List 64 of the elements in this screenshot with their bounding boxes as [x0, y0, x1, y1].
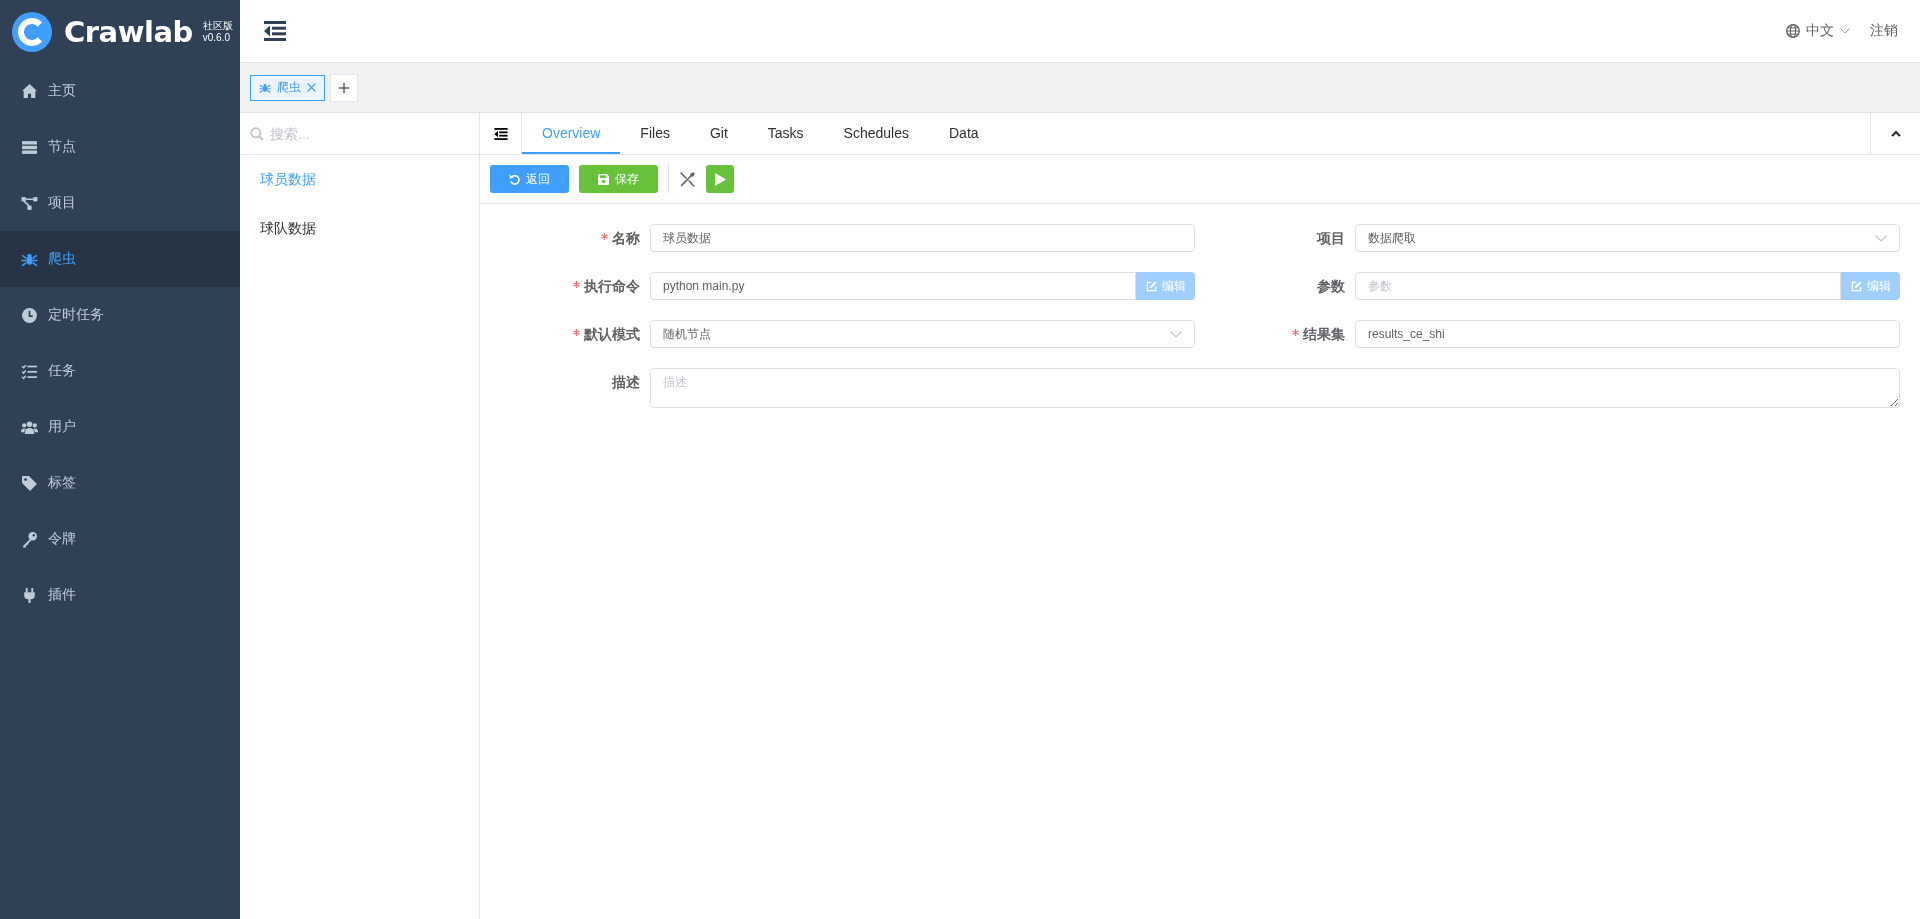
sidebar-item[interactable]: 插件	[0, 567, 240, 623]
menu-fold-icon[interactable]	[493, 127, 508, 140]
checklist-icon	[21, 362, 38, 380]
chevron-down-icon	[1840, 28, 1850, 34]
sidebar-item[interactable]: 项目	[0, 175, 240, 231]
version-label: v0.6.0	[202, 31, 231, 44]
field-label: 结果集	[1303, 325, 1345, 344]
play-icon	[714, 172, 726, 186]
tools-icon[interactable]	[679, 170, 696, 188]
text-field[interactable]: 球员数据	[650, 224, 1195, 252]
detail-tab[interactable]: Tasks	[747, 113, 824, 154]
asterisk-icon	[573, 281, 580, 288]
asterisk-icon	[1292, 329, 1299, 336]
sidebar-item[interactable]: 主页	[0, 63, 240, 119]
text-field[interactable]: results_ce_shi	[1355, 320, 1900, 348]
search-icon	[250, 126, 264, 141]
search-input[interactable]: 搜索...	[270, 125, 450, 142]
chevron-up-icon[interactable]	[1890, 130, 1901, 137]
detail-tab[interactable]: Schedules	[823, 113, 929, 154]
field-label: 描述	[612, 373, 640, 392]
field-label: 名称	[612, 229, 640, 248]
select-field[interactable]: 随机节点	[650, 320, 1195, 348]
edit-icon	[1145, 280, 1157, 292]
sidebar-item[interactable]: 爬虫	[0, 231, 240, 287]
sidebar-item[interactable]: 用户	[0, 399, 240, 455]
sidebar-item[interactable]: 任务	[0, 343, 240, 399]
detail-tab[interactable]: Git	[689, 113, 748, 154]
sidebar-item[interactable]: 节点	[0, 119, 240, 175]
add-tab-button[interactable]	[330, 73, 358, 102]
language-dropdown[interactable]: 中文	[1786, 22, 1850, 40]
hierarchy-icon	[21, 194, 38, 212]
server-icon	[21, 138, 38, 156]
chevron-down-icon	[1170, 330, 1182, 338]
menu-fold-icon[interactable]	[264, 21, 286, 41]
field-label: 默认模式	[584, 325, 640, 344]
plug-icon	[21, 586, 38, 604]
detail-tab[interactable]: Files	[620, 113, 690, 154]
field-label: 执行命令	[584, 277, 640, 296]
edition-label: 社区版	[202, 19, 233, 32]
asterisk-icon	[601, 233, 608, 240]
description-field[interactable]: 描述	[650, 368, 1900, 408]
tag-icon	[21, 474, 38, 492]
sidebar-item[interactable]: 标签	[0, 455, 240, 511]
house-icon	[21, 82, 38, 100]
sidebar-item[interactable]: 令牌	[0, 511, 240, 567]
plus-icon	[339, 82, 349, 93]
field-label: 项目	[1317, 229, 1345, 248]
sidebar-item[interactable]: 定时任务	[0, 287, 240, 343]
key-icon	[21, 530, 38, 548]
edit-icon	[1850, 280, 1862, 292]
undo-icon	[509, 173, 520, 185]
detail-tab[interactable]: Data	[929, 113, 999, 154]
spider-icon	[259, 81, 271, 94]
globe-icon	[1786, 24, 1800, 38]
spider-list-item[interactable]: 球队数据	[240, 204, 479, 253]
chevron-down-icon	[1875, 234, 1887, 242]
field-label: 参数	[1317, 277, 1345, 296]
select-field[interactable]: 数据爬取	[1355, 224, 1900, 252]
close-icon[interactable]	[307, 83, 316, 92]
logo-icon	[12, 11, 52, 52]
clock-icon	[21, 306, 38, 324]
asterisk-icon	[573, 329, 580, 336]
logout-link[interactable]: 注销	[1870, 22, 1898, 40]
app-name: Crawlab	[64, 14, 193, 49]
